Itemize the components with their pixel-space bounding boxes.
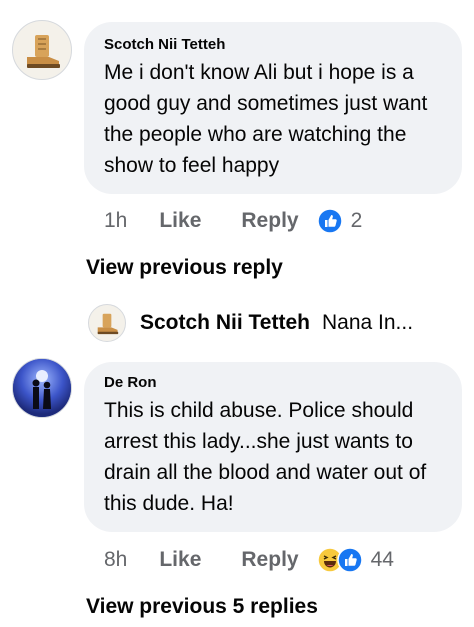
view-previous-replies-link[interactable]: View previous 5 replies	[86, 595, 318, 619]
reaction-summary[interactable]: 2	[316, 208, 363, 234]
view-previous-reply-link[interactable]: View previous reply	[86, 256, 283, 280]
comment-author[interactable]: De Ron	[104, 374, 444, 391]
comment-text: Me i don't know Ali but i hope is a good…	[104, 61, 428, 177]
like-reaction-icon	[336, 547, 363, 573]
reply-author[interactable]: Scotch Nii Tetteh	[140, 311, 310, 335]
comment-timestamp[interactable]: 8h	[104, 548, 127, 572]
couple-silhouette-avatar-icon	[13, 359, 71, 417]
comment-bubble: De Ron This is child abuse. Police shoul…	[84, 362, 462, 532]
reply-avatar[interactable]	[88, 304, 126, 342]
reaction-count: 2	[350, 209, 363, 232]
reply-snippet: Nana In...	[321, 311, 414, 334]
commenter-avatar[interactable]	[12, 358, 72, 418]
like-reaction-icon	[316, 208, 343, 234]
comment-bubble: Scotch Nii Tetteh Me i don't know Ali bu…	[84, 22, 462, 194]
comment-text: This is child abuse. Police should arres…	[104, 399, 427, 515]
boot-avatar-icon	[97, 313, 119, 335]
comment-timestamp[interactable]: 1h	[104, 209, 127, 233]
comment-actions: 8h Like Reply 44	[104, 544, 394, 576]
reaction-count: 44	[370, 548, 394, 571]
boot-avatar-icon	[27, 35, 60, 68]
reply-button[interactable]: Reply	[241, 209, 298, 233]
reply-preview[interactable]: Scotch Nii Tetteh Nana In...	[88, 304, 413, 342]
comment-actions: 1h Like Reply 2	[104, 205, 362, 237]
comment-author[interactable]: Scotch Nii Tetteh	[104, 36, 444, 53]
commenter-avatar[interactable]	[12, 20, 72, 80]
reply-button[interactable]: Reply	[241, 548, 298, 572]
reaction-summary[interactable]: 44	[316, 547, 394, 573]
like-button[interactable]: Like	[159, 209, 201, 233]
like-button[interactable]: Like	[159, 548, 201, 572]
